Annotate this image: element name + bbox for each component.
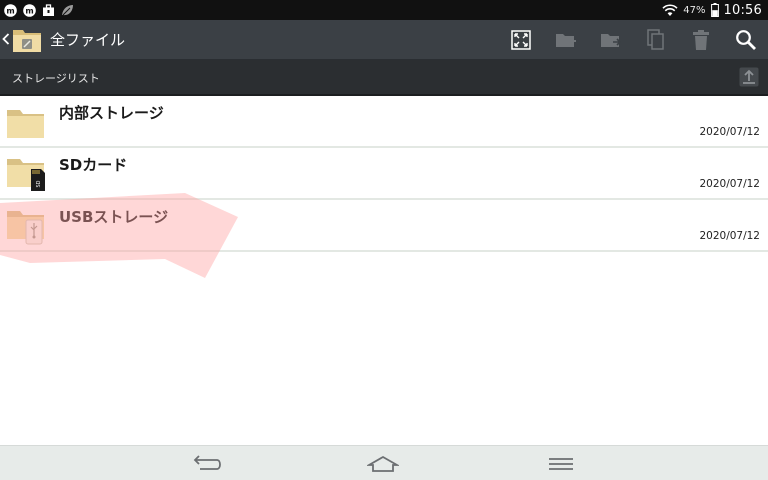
action-bar-actions [498,20,768,60]
new-folder-button[interactable] [543,20,588,60]
list-item[interactable]: SD SDカード 2020/07/12 [0,148,768,200]
new-folder-icon [555,31,577,49]
system-status: 47% 10:56 [662,0,762,20]
briefcase-icon [42,3,55,17]
item-name: 内部ストレージ [59,104,164,122]
action-bar: 全ファイル [0,20,768,60]
app-folder-icon[interactable] [12,24,42,54]
leaf-icon [61,4,74,17]
menu-button[interactable] [539,450,583,478]
section-title: ストレージリスト [12,72,100,85]
up-arrow-icon [739,67,759,87]
back-button[interactable] [185,450,229,478]
back-chevron-icon[interactable] [2,30,10,48]
usb-folder-icon [6,207,46,245]
battery-icon [710,3,719,17]
notification-icons: m m [4,3,74,17]
copy-icon [646,29,665,51]
wifi-icon [662,3,678,17]
menu-icon [549,458,573,470]
svg-text:SD: SD [36,180,42,187]
navigation-bar [0,445,768,480]
item-date: 2020/07/12 [699,178,760,190]
fullscreen-icon [510,30,531,50]
copy-button[interactable] [633,20,678,60]
list-item[interactable]: USBストレージ 2020/07/12 [0,200,768,252]
item-date: 2020/07/12 [699,230,760,242]
clock: 10:56 [723,2,762,18]
battery-percent: 47% [683,4,706,16]
m-badge-icon: m [4,3,17,17]
fullscreen-button[interactable] [498,20,543,60]
move-folder-icon [600,31,622,49]
m-badge-icon: m [23,3,36,17]
item-date: 2020/07/12 [699,126,760,138]
parent-folder-button[interactable] [739,67,759,87]
storage-list-header: ストレージリスト [0,60,768,96]
search-button[interactable] [723,20,768,60]
item-name: SDカード [59,156,128,174]
svg-text:m: m [6,6,14,15]
storage-list: 内部ストレージ 2020/07/12 SD SDカード 2020/07/12 U… [0,96,768,252]
back-icon [193,455,221,470]
move-folder-button[interactable] [588,20,633,60]
home-icon [367,455,399,472]
home-button[interactable] [361,450,405,478]
page-title: 全ファイル [50,31,126,49]
svg-text:m: m [25,6,33,15]
trash-icon [692,29,710,51]
status-bar: m m 47% 10:56 [0,0,768,20]
list-item[interactable]: 内部ストレージ 2020/07/12 [0,96,768,148]
sd-card-folder-icon: SD [6,155,46,193]
item-name: USBストレージ [59,208,169,226]
search-icon [735,29,757,51]
delete-button[interactable] [678,20,723,60]
folder-icon [6,103,46,141]
